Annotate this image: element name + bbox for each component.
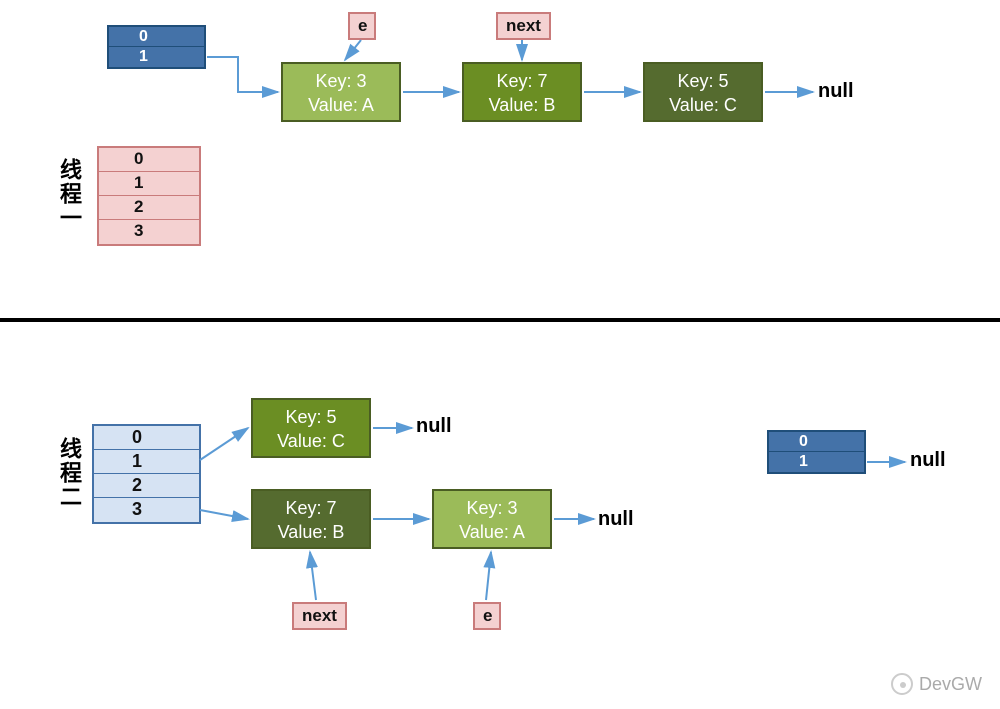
label-next-bottom: next [292,602,347,630]
label-next-b-text: next [302,606,337,625]
pink-cell-1: 1 [99,172,199,196]
watermark-text: DevGW [919,674,982,695]
node-key7-key: Key: 7 [464,69,580,93]
watermark: DevGW [891,673,982,695]
top-blue-table: 0 1 [107,25,206,69]
blue-cell-1: 1 [109,47,204,67]
node-key7-value: Value: B [464,93,580,117]
null-b1: null [416,415,452,438]
node-key3-bottom: Key: 3 Value: A [432,489,552,549]
thread1-label: 线程一 [53,158,85,230]
pink-cell-3: 3 [99,220,199,244]
lblue-cell-1: 1 [94,450,199,474]
bottom-lblue-table: 0 1 2 3 [92,424,201,524]
node-key5b-key: Key: 5 [253,405,369,429]
horizontal-divider [0,318,1000,322]
null-b3: null [910,449,946,472]
pink-cell-0: 0 [99,148,199,172]
node-key3-key: Key: 3 [283,69,399,93]
top-pink-table: 0 1 2 3 [97,146,201,246]
node-key5-top: Key: 5 Value: C [643,62,763,122]
node-key5-value: Value: C [645,93,761,117]
node-key3-value: Value: A [283,93,399,117]
label-next-top: next [496,12,551,40]
watermark-icon [891,673,913,695]
pink-cell-2: 2 [99,196,199,220]
label-e-bottom: e [473,602,501,630]
null-top: null [818,80,854,103]
node-key5b-value: Value: C [253,429,369,453]
thread2-label: 线程二 [53,437,85,509]
blue-cell-0: 0 [109,27,204,47]
bottom-blue-table: 0 1 [767,430,866,474]
node-key3b-value: Value: A [434,520,550,544]
node-key5-key: Key: 5 [645,69,761,93]
node-key5-bottom: Key: 5 Value: C [251,398,371,458]
lblue-cell-0: 0 [94,426,199,450]
node-key3b-key: Key: 3 [434,496,550,520]
label-e-text: e [358,16,367,35]
null-b2: null [598,508,634,531]
node-key7-bottom: Key: 7 Value: B [251,489,371,549]
lblue-cell-3: 3 [94,498,199,522]
lblue-cell-2: 2 [94,474,199,498]
label-e-top: e [348,12,376,40]
node-key7b-value: Value: B [253,520,369,544]
node-key7-top: Key: 7 Value: B [462,62,582,122]
label-e-b-text: e [483,606,492,625]
blue-cell-b1: 1 [769,452,864,472]
node-key3-top: Key: 3 Value: A [281,62,401,122]
label-next-text: next [506,16,541,35]
blue-cell-b0: 0 [769,432,864,452]
node-key7b-key: Key: 7 [253,496,369,520]
